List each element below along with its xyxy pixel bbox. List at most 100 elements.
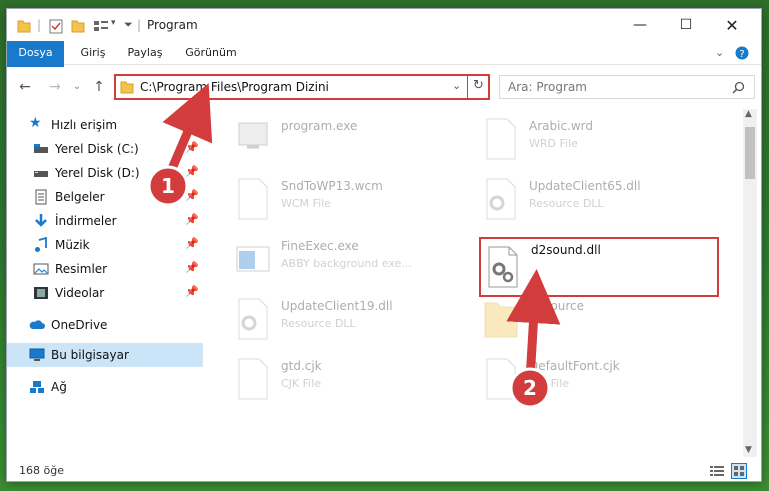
nav-item-drive-c[interactable]: Yerel Disk (C:) 📌 — [7, 137, 203, 161]
file-item[interactable]: gtd.cjk CJK File — [207, 351, 437, 405]
file-name: Arabic.wrd — [529, 119, 594, 133]
nav-label: Belgeler — [55, 190, 105, 204]
scrollbar-thumb[interactable] — [745, 127, 755, 179]
nav-label: Bu bilgisayar — [51, 348, 129, 362]
music-icon — [35, 237, 47, 252]
view-options-icon[interactable] — [93, 18, 109, 34]
file-item[interactable]: program.exe — [207, 111, 437, 165]
file-name: Resource — [529, 299, 585, 313]
properties-icon[interactable] — [49, 18, 63, 34]
document-file-icon — [486, 118, 516, 160]
expand-ribbon-icon[interactable]: ⌄ — [715, 46, 724, 59]
nav-label: Ağ — [51, 380, 67, 394]
dropdown-arrow-icon[interactable]: ▾ — [111, 18, 116, 28]
nav-quick-access[interactable]: ★ Hızlı erişim — [7, 113, 203, 137]
file-item[interactable]: UpdateClient19.dll Resource DLL — [207, 291, 437, 345]
nav-item-music[interactable]: Müzik 📌 — [7, 233, 203, 257]
folder-icon — [17, 20, 31, 33]
nav-item-pictures[interactable]: Resimler 📌 — [7, 257, 203, 281]
tab-share[interactable]: Paylaş — [119, 41, 171, 65]
address-bar[interactable]: C:\Program Files\Program Dizini ⌄ ↻ — [114, 74, 490, 100]
maximize-button[interactable]: ☐ — [663, 9, 709, 41]
file-item[interactable]: Resource — [455, 291, 685, 345]
nav-this-pc[interactable]: Bu bilgisayar — [7, 343, 203, 367]
tab-home[interactable]: Giriş — [73, 41, 113, 65]
pin-icon[interactable]: 📌 — [185, 141, 199, 154]
status-bar: 168 öğe — [7, 459, 761, 481]
nav-item-drive-d[interactable]: Yerel Disk (D:) 📌 — [7, 161, 203, 185]
file-name: program.exe — [281, 119, 358, 133]
customize-quick-access-icon[interactable]: ⏷ — [124, 18, 133, 32]
document-file-icon — [238, 178, 268, 220]
pin-icon[interactable]: 📌 — [185, 165, 199, 178]
refresh-icon[interactable]: ↻ — [473, 78, 484, 93]
file-name: SndToWP13.wcm — [281, 179, 383, 193]
file-item[interactable]: FineExec.exe ABBY background exe... — [207, 231, 437, 285]
file-item[interactable]: UpdateClient65.dll Resource DLL — [455, 171, 685, 225]
vertical-scrollbar[interactable]: ▲ ▼ — [743, 109, 757, 457]
nav-item-videos[interactable]: Videolar 📌 — [7, 281, 203, 305]
separator: | — [37, 18, 42, 32]
address-dropdown-icon[interactable]: ⌄ — [452, 79, 461, 92]
nav-label: Resimler — [55, 262, 108, 276]
recent-locations-icon[interactable]: ⌄ — [67, 77, 87, 97]
file-name: UpdateClient19.dll — [281, 299, 393, 313]
minimize-button[interactable]: — — [617, 9, 663, 41]
pin-icon[interactable]: 📌 — [185, 285, 199, 298]
scroll-down-icon[interactable]: ▼ — [745, 445, 752, 455]
file-name: DefaultFont.cjk — [529, 359, 620, 373]
tab-view[interactable]: Görünüm — [179, 41, 243, 65]
nav-network[interactable]: Ağ — [7, 375, 203, 399]
navigation-bar: ← → ⌄ ↑ C:\Program Files\Program Dizini … — [7, 67, 761, 107]
document-file-icon — [238, 358, 268, 400]
network-icon — [30, 381, 44, 393]
computer-icon — [29, 348, 45, 361]
file-type: CJK File — [281, 377, 322, 390]
svg-text:?: ? — [739, 49, 744, 60]
pin-icon[interactable]: 📌 — [185, 237, 199, 250]
search-box[interactable]: Ara: Program — [499, 75, 755, 99]
file-item[interactable]: DefaultFont.cjk CJK File — [455, 351, 685, 405]
close-button[interactable]: ✕ — [709, 9, 755, 41]
file-type: Resource DLL — [281, 317, 356, 330]
file-item[interactable]: SndToWP13.wcm WCM File — [207, 171, 437, 225]
file-item-highlighted[interactable]: d2sound.dll — [479, 237, 719, 297]
file-type: CJK File — [529, 377, 570, 390]
up-button[interactable]: ↑ — [89, 77, 109, 97]
scroll-up-icon[interactable]: ▲ — [745, 109, 752, 119]
address-path: C:\Program Files\Program Dizini — [140, 80, 329, 94]
nav-onedrive[interactable]: OneDrive — [7, 313, 203, 337]
pictures-icon — [33, 263, 49, 275]
pin-icon[interactable]: 📌 — [185, 213, 199, 226]
exe-file-icon — [236, 246, 270, 272]
pin-icon[interactable]: 📌 — [185, 261, 199, 274]
drive-icon — [34, 144, 48, 153]
navigation-pane: ★ Hızlı erişim Yerel Disk (C:) 📌 Yerel D… — [7, 109, 203, 457]
folder-icon — [120, 81, 134, 94]
help-icon[interactable]: ? — [735, 46, 749, 60]
nav-label: Videolar — [55, 286, 105, 300]
new-folder-icon[interactable] — [71, 18, 85, 34]
file-list: program.exe Arabic.wrd WRD File SndToWP1… — [207, 109, 739, 457]
nav-label: Hızlı erişim — [51, 118, 118, 132]
pin-icon[interactable]: 📌 — [185, 189, 199, 202]
search-icon[interactable] — [732, 81, 745, 94]
nav-item-documents[interactable]: Belgeler 📌 — [7, 185, 203, 209]
file-item[interactable]: Arabic.wrd WRD File — [455, 111, 685, 165]
exe-file-icon — [238, 122, 268, 149]
back-button[interactable]: ← — [15, 77, 35, 97]
documents-icon — [35, 189, 47, 205]
folder-icon — [484, 302, 518, 338]
large-icons-view-icon[interactable] — [731, 463, 747, 479]
file-type: WRD File — [529, 137, 578, 150]
nav-label: OneDrive — [51, 318, 108, 332]
download-icon — [35, 214, 47, 227]
dll-file-icon — [488, 246, 518, 288]
item-count: 168 öğe — [19, 464, 64, 477]
forward-button[interactable]: → — [45, 77, 65, 97]
details-view-icon[interactable] — [709, 464, 725, 478]
nav-label: Müzik — [55, 238, 90, 252]
file-name: UpdateClient65.dll — [529, 179, 641, 193]
window-title: Program — [147, 18, 198, 32]
nav-item-downloads[interactable]: İndirmeler 📌 — [7, 209, 203, 233]
